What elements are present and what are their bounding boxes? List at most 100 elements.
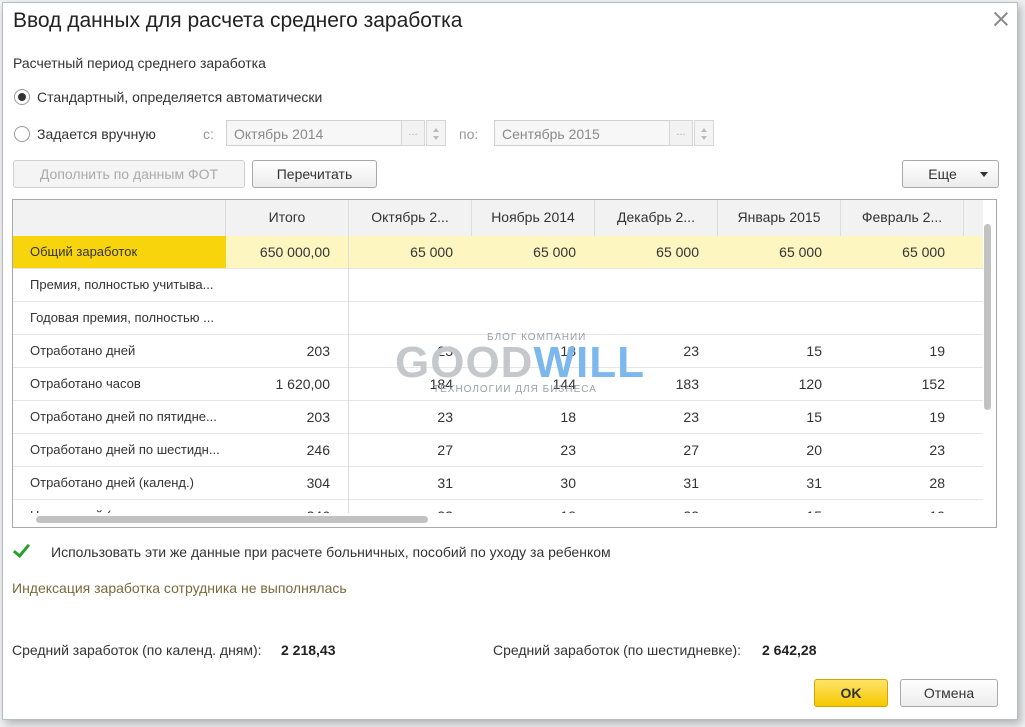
horizontal-scrollbar[interactable] xyxy=(13,513,996,527)
earnings-table[interactable]: Итого Октябрь 2... Ноябрь 2014 Декабрь 2… xyxy=(12,199,997,528)
table-cell[interactable]: 23 xyxy=(595,335,718,367)
cancel-button[interactable]: Отмена xyxy=(900,679,998,707)
table-cell[interactable] xyxy=(226,269,349,301)
table-cell[interactable]: 65 000 xyxy=(349,236,472,268)
table-cell[interactable] xyxy=(472,269,595,301)
header-month-3[interactable]: Декабрь 2... xyxy=(595,200,718,236)
to-spin-icon[interactable] xyxy=(694,120,714,146)
dialog-title: Ввод данных для расчета среднего заработ… xyxy=(13,9,463,32)
radio-auto[interactable] xyxy=(14,89,30,105)
table-row[interactable]: Общий заработок 650 000,00 65 000 65 000 65 … xyxy=(13,236,983,269)
fill-from-fot-button[interactable]: Дополнить по данным ФОТ xyxy=(13,160,245,188)
table-cell[interactable]: 650 000,00 xyxy=(226,236,349,268)
table-cell[interactable] xyxy=(718,302,841,334)
header-month-4[interactable]: Январь 2015 xyxy=(718,200,841,236)
table-cell[interactable] xyxy=(595,269,718,301)
row-name-cell[interactable]: Отработано дней xyxy=(13,335,226,367)
horizontal-scroll-thumb[interactable] xyxy=(36,516,428,523)
from-select-button[interactable]: ... xyxy=(401,120,425,146)
table-cell[interactable]: 203 xyxy=(226,335,349,367)
avg-calendar-value: 2 218,43 xyxy=(281,642,336,658)
ok-button[interactable]: OK xyxy=(814,679,888,707)
avg-six-day-value: 2 642,28 xyxy=(762,642,817,658)
table-cell[interactable]: 23 xyxy=(472,434,595,466)
table-cell[interactable]: 27 xyxy=(349,434,472,466)
row-name-cell[interactable]: Отработано дней по пятидне... xyxy=(13,401,226,433)
table-row[interactable]: Отработано дней по пятидне... 203 23 18 23 15… xyxy=(13,401,983,434)
close-icon[interactable] xyxy=(993,11,1009,27)
table-cell[interactable]: 19 xyxy=(841,335,964,367)
table-row[interactable]: Отработано дней 203 23 18 23 15 19 xyxy=(13,335,983,368)
to-select-button[interactable]: ... xyxy=(669,120,693,146)
table-cell[interactable]: 1 620,00 xyxy=(226,368,349,400)
radio-manual-label[interactable]: Задается вручную xyxy=(37,126,156,142)
table-cell[interactable] xyxy=(349,302,472,334)
vertical-scroll-thumb[interactable] xyxy=(984,224,991,410)
row-name-cell[interactable]: Годовая премия, полностью ... xyxy=(13,302,226,334)
table-cell[interactable] xyxy=(841,269,964,301)
table-cell[interactable] xyxy=(226,302,349,334)
table-cell[interactable]: 183 xyxy=(595,368,718,400)
header-month-5[interactable]: Февраль 2... xyxy=(841,200,964,236)
use-for-sick-leave-label[interactable]: Использовать эти же данные при расчете б… xyxy=(51,544,611,560)
row-name-cell[interactable]: Отработано часов xyxy=(13,368,226,400)
table-cell[interactable]: 65 000 xyxy=(472,236,595,268)
table-cell[interactable]: 23 xyxy=(349,401,472,433)
table-cell[interactable]: 30 xyxy=(472,467,595,499)
row-name-cell[interactable]: Отработано дней (календ.) xyxy=(13,467,226,499)
table-cell[interactable]: 152 xyxy=(841,368,964,400)
table-cell[interactable]: 18 xyxy=(472,335,595,367)
table-cell[interactable]: 120 xyxy=(718,368,841,400)
header-total[interactable]: Итого xyxy=(226,200,349,236)
table-cell[interactable]: 184 xyxy=(349,368,472,400)
more-button[interactable]: Еще xyxy=(902,160,999,188)
table-row[interactable]: Отработано часов 1 620,00 184 144 183 120 152 xyxy=(13,368,983,401)
header-month-1[interactable]: Октябрь 2... xyxy=(349,200,472,236)
table-cell[interactable] xyxy=(472,302,595,334)
table-cell[interactable]: 18 xyxy=(472,401,595,433)
table-cell[interactable]: 65 000 xyxy=(841,236,964,268)
from-spin-icon[interactable] xyxy=(426,120,446,146)
row-name-cell[interactable]: Отработано дней по шестидн... xyxy=(13,434,226,466)
more-button-label: Еще xyxy=(928,166,957,182)
table-cell[interactable]: 23 xyxy=(595,401,718,433)
table-cell[interactable]: 31 xyxy=(595,467,718,499)
header-name xyxy=(13,200,226,236)
row-name-cell[interactable]: Общий заработок xyxy=(13,236,226,268)
table-cell[interactable]: 28 xyxy=(841,467,964,499)
table-cell[interactable]: 31 xyxy=(349,467,472,499)
header-month-2[interactable]: Ноябрь 2014 xyxy=(472,200,595,236)
table-row[interactable]: Премия, полностью учитыва... xyxy=(13,269,983,302)
table-row[interactable]: Отработано дней по шестидн... 246 27 23 27 20… xyxy=(13,434,983,467)
table-cell[interactable] xyxy=(595,302,718,334)
table-row[interactable]: Годовая премия, полностью ... xyxy=(13,302,983,335)
table-cell[interactable]: 203 xyxy=(226,401,349,433)
table-cell[interactable]: 20 xyxy=(718,434,841,466)
table-cell[interactable]: 304 xyxy=(226,467,349,499)
radio-auto-label[interactable]: Стандартный, определяется автоматически xyxy=(37,89,322,105)
table-row[interactable]: Отработано дней (календ.) 304 31 30 31 31 28 xyxy=(13,467,983,500)
table-cell[interactable]: 23 xyxy=(841,434,964,466)
table-cell[interactable]: 246 xyxy=(226,434,349,466)
table-cell[interactable] xyxy=(841,302,964,334)
recalc-button[interactable]: Перечитать xyxy=(252,160,377,188)
to-label: по: xyxy=(459,126,479,142)
table-cell[interactable]: 19 xyxy=(841,401,964,433)
column-divider xyxy=(348,236,349,515)
from-period-field[interactable]: Октябрь 2014 xyxy=(226,120,402,146)
table-cell[interactable]: 15 xyxy=(718,335,841,367)
table-cell[interactable]: 23 xyxy=(349,335,472,367)
table-cell[interactable] xyxy=(349,269,472,301)
vertical-scrollbar[interactable] xyxy=(981,202,994,512)
table-cell[interactable]: 65 000 xyxy=(595,236,718,268)
checkmark-icon[interactable] xyxy=(13,543,29,559)
table-cell[interactable]: 65 000 xyxy=(718,236,841,268)
table-cell[interactable]: 27 xyxy=(595,434,718,466)
table-cell[interactable]: 144 xyxy=(472,368,595,400)
row-name-cell[interactable]: Премия, полностью учитыва... xyxy=(13,269,226,301)
to-period-field[interactable]: Сентябрь 2015 xyxy=(494,120,670,146)
table-cell[interactable]: 31 xyxy=(718,467,841,499)
radio-manual[interactable] xyxy=(14,126,30,142)
table-cell[interactable]: 15 xyxy=(718,401,841,433)
table-cell[interactable] xyxy=(718,269,841,301)
